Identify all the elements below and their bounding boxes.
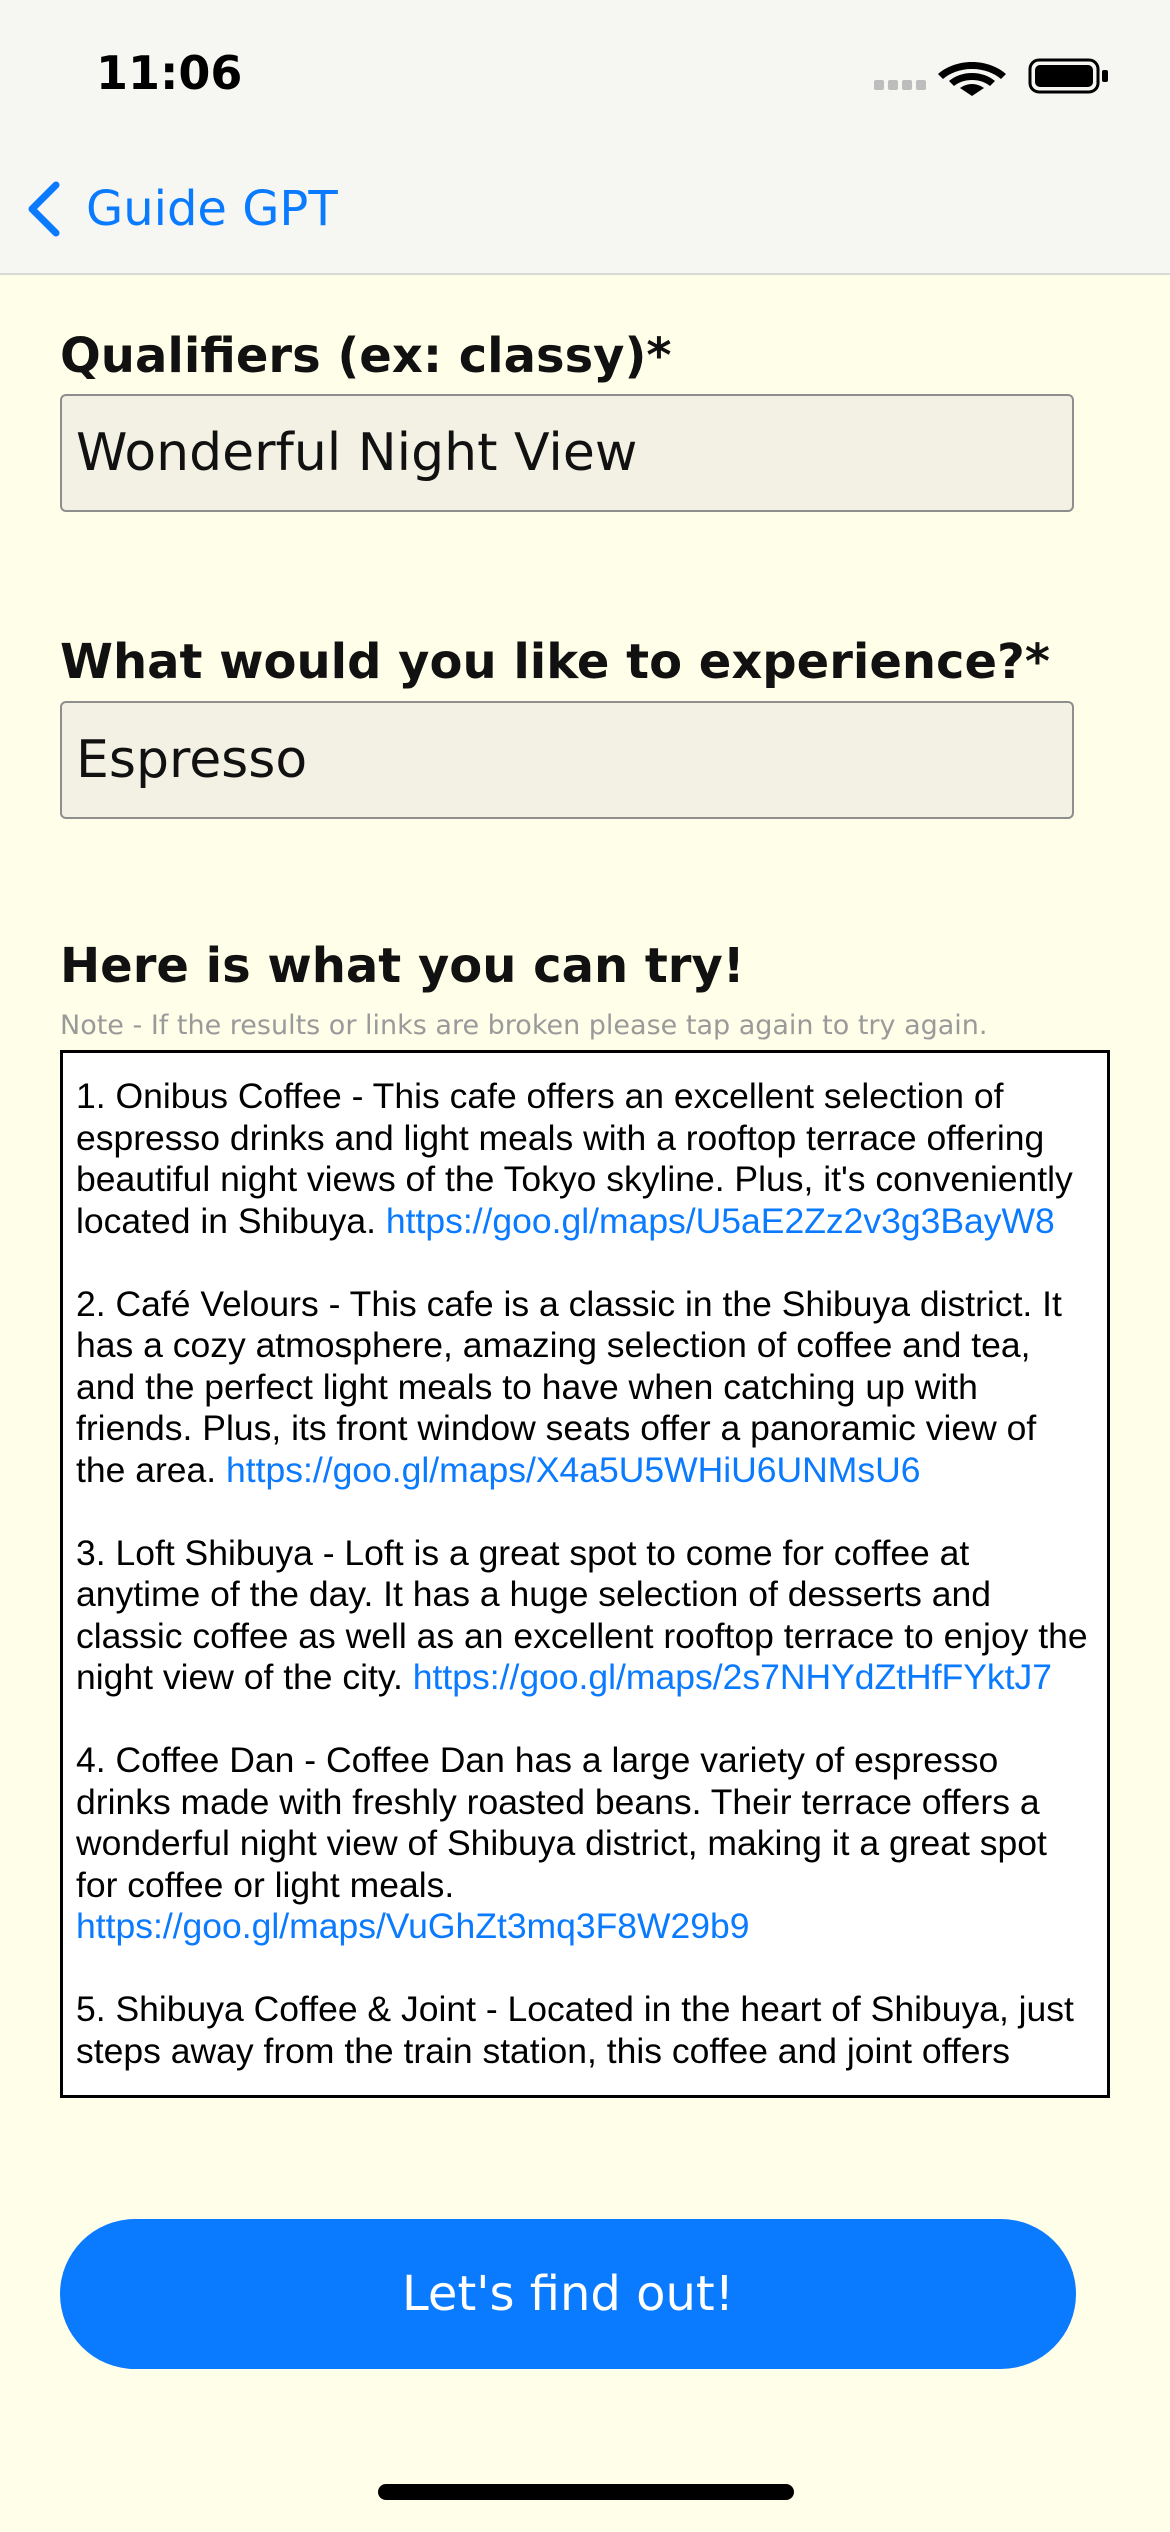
battery-icon (1028, 58, 1108, 94)
experience-label: What would you like to experience?* (60, 634, 1050, 690)
qualifiers-label: Qualifiers (ex: classy)* (60, 328, 672, 384)
status-bar: 11:06 (0, 0, 1170, 140)
result-link[interactable]: https://goo.gl/maps/2s7NHYdZtHfFYktJ7 (413, 1657, 1052, 1697)
result-link[interactable]: https://goo.gl/maps/X4a5U5WHiU6UNMsU6 (226, 1450, 921, 1490)
result-text: 5. Shibuya Coffee & Joint - Located in t… (76, 1989, 1074, 2071)
result-item: 3. Loft Shibuya - Loft is a great spot t… (76, 1533, 1095, 1699)
results-text-view[interactable]: 1. Onibus Coffee - This cafe offers an e… (60, 1050, 1110, 2098)
result-item: 5. Shibuya Coffee & Joint - Located in t… (76, 1989, 1095, 2072)
experience-input[interactable] (60, 701, 1074, 819)
status-time: 11:06 (96, 46, 243, 100)
result-text: 4. Coffee Dan - Coffee Dan has a large v… (76, 1740, 1047, 1905)
qualifiers-input[interactable] (60, 394, 1074, 512)
result-link[interactable]: https://goo.gl/maps/U5aE2Zz2v3g3BayW8 (386, 1201, 1055, 1241)
navigation-bar: Guide GPT (0, 140, 1170, 275)
result-item: 1. Onibus Coffee - This cafe offers an e… (76, 1076, 1095, 1242)
results-note: Note - If the results or links are broke… (60, 1010, 988, 1041)
wifi-icon (938, 62, 1006, 96)
result-link[interactable]: https://goo.gl/maps/VuGhZt3mq3F8W29b9 (76, 1906, 750, 1946)
back-label: Guide GPT (86, 181, 338, 237)
result-item: 2. Café Velours - This cafe is a classic… (76, 1284, 1095, 1492)
result-item: 4. Coffee Dan - Coffee Dan has a large v… (76, 1740, 1095, 1948)
results-title: Here is what you can try! (60, 938, 745, 994)
chevron-left-icon (28, 181, 60, 237)
back-button[interactable]: Guide GPT (24, 176, 338, 242)
home-indicator (378, 2484, 794, 2500)
status-icons (874, 58, 1108, 96)
find-out-button[interactable]: Let's find out! (60, 2219, 1076, 2369)
cellular-signal-icon (874, 80, 926, 90)
